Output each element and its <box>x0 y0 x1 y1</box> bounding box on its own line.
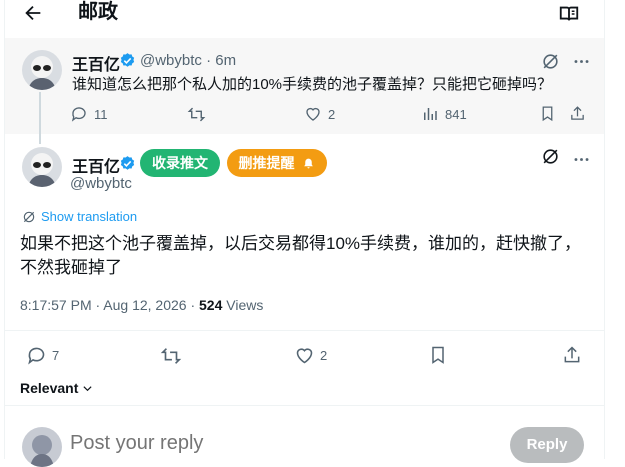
reply-input[interactable] <box>70 432 490 455</box>
reply-icon <box>71 107 86 122</box>
more-options-icon[interactable] <box>572 150 591 169</box>
bookmark-icon <box>542 106 553 122</box>
heart-icon <box>296 348 313 364</box>
repost-button[interactable] <box>187 105 206 124</box>
verified-badge-icon <box>120 156 135 170</box>
share-button[interactable] <box>569 105 586 122</box>
author-name[interactable]: 王百亿 <box>72 51 120 75</box>
bookmark-icon <box>432 346 444 364</box>
reply-sort-dropdown[interactable]: Relevant <box>20 380 93 396</box>
verified-badge-icon <box>120 53 135 67</box>
reply-submit-button[interactable]: Reply <box>510 427 584 463</box>
bookmark-button[interactable] <box>539 105 556 122</box>
top-bar: 邮政 <box>0 0 625 28</box>
share-button[interactable] <box>562 345 582 365</box>
chevron-down-icon <box>83 386 92 392</box>
reader-mode-icon[interactable] <box>558 3 580 25</box>
post-text: 如果不把这个池子覆盖掉，以后交易都得10%手续费，谁加的，赶快撤了，不然我砸掉了 <box>20 234 582 277</box>
heart-icon <box>306 107 320 121</box>
post-meta: 8:17:57 PM · Aug 12, 2026 · 524 Views <box>20 297 263 313</box>
repost-icon <box>187 107 206 122</box>
share-icon <box>564 346 580 363</box>
right-border <box>604 0 605 459</box>
like-button[interactable]: 2 <box>294 345 327 366</box>
thread-line <box>39 92 41 144</box>
author-name[interactable]: 王百亿 <box>72 153 120 177</box>
repost-button[interactable] <box>160 345 182 367</box>
collect-tweet-button[interactable]: 收录推文 <box>140 149 220 177</box>
reply-button[interactable]: 7 <box>26 345 59 366</box>
page-title: 邮政 <box>78 1 118 23</box>
sort-label: Relevant <box>20 380 79 396</box>
delete-reminder-label: 删推提醒 <box>238 155 295 171</box>
own-avatar[interactable] <box>22 427 62 467</box>
like-count: 2 <box>320 348 328 363</box>
timestamp[interactable]: 8:17:57 PM · Aug 12, 2026 · <box>20 297 199 313</box>
reply-count: 7 <box>52 348 60 363</box>
reply-button[interactable]: 11 <box>70 105 108 123</box>
grok-icon[interactable] <box>541 52 560 71</box>
views-count: 524 <box>199 297 223 313</box>
views-chart-icon <box>424 108 437 120</box>
delete-reminder-button[interactable]: 删推提醒 <box>227 149 327 177</box>
author-handle: @wbybtc · 6m <box>140 52 237 69</box>
divider <box>5 405 604 406</box>
grok-icon[interactable] <box>541 147 560 166</box>
like-count: 2 <box>328 106 336 122</box>
share-icon <box>571 106 584 120</box>
avatar[interactable] <box>22 147 62 187</box>
repost-icon <box>160 348 182 364</box>
show-translation-link[interactable]: Show translation <box>22 209 137 224</box>
avatar[interactable] <box>22 50 62 90</box>
reply-count: 11 <box>94 106 108 122</box>
views-button[interactable]: 841 <box>421 105 467 123</box>
translate-icon <box>23 211 35 222</box>
bell-icon <box>304 158 314 169</box>
divider <box>5 330 604 331</box>
back-arrow-icon[interactable] <box>22 2 44 24</box>
author-handle: @wbybtc <box>70 175 132 192</box>
post-text: 谁知道怎么把那个私人加的10%手续费的池子覆盖掉？只能把它砸掉吗？ <box>72 76 553 93</box>
view-count: 841 <box>445 106 467 122</box>
reply-icon <box>28 347 45 365</box>
views-label: Views <box>222 297 264 313</box>
like-button[interactable]: 2 <box>304 105 335 123</box>
bookmark-button[interactable] <box>428 345 448 365</box>
show-translation-label: Show translation <box>41 209 138 224</box>
more-options-icon[interactable] <box>572 52 591 71</box>
